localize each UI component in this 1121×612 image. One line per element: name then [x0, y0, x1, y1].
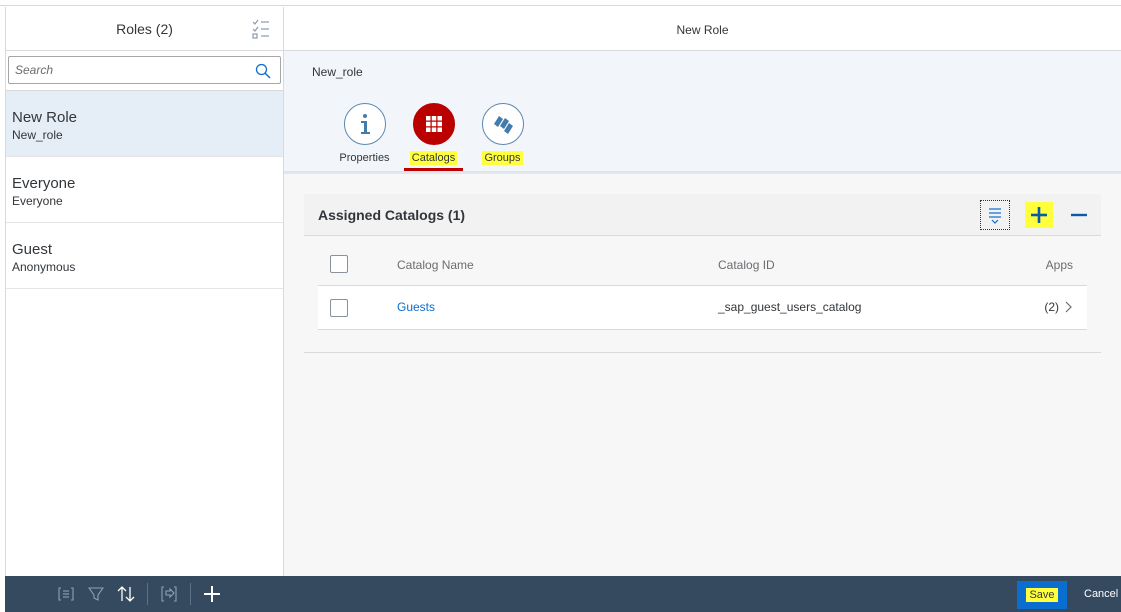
active-tab-indicator [404, 168, 463, 171]
section-toolbar: Assigned Catalogs (1) [304, 194, 1101, 236]
section-bottom-border [304, 352, 1101, 353]
table-settings-icon [989, 208, 1001, 224]
role-list-item[interactable]: New Role New_role [6, 91, 283, 157]
add-catalog-button[interactable] [1024, 200, 1054, 230]
object-name: New_role [312, 65, 363, 79]
select-all-checkbox[interactable] [330, 255, 348, 273]
export-button[interactable] [154, 579, 184, 609]
row-checkbox[interactable] [330, 299, 348, 317]
roles-master-pane: Roles (2) New Role New_role Everyone Eve… [5, 7, 284, 576]
tab-content-separator [284, 172, 1121, 174]
search-icon[interactable] [255, 63, 271, 79]
detail-footer-toolbar: Save Cancel [284, 576, 1121, 612]
table-settings-button[interactable] [980, 200, 1010, 230]
table-header: Catalog Name Catalog ID Apps [318, 244, 1087, 286]
tab-label: Properties [339, 152, 390, 164]
cancel-button[interactable]: Cancel [1084, 588, 1118, 600]
footer-separator [147, 583, 148, 605]
role-title: New Role [12, 109, 78, 126]
footer-separator [190, 583, 191, 605]
save-button-label: Save [1026, 588, 1058, 602]
object-header: New_role Properties Catalogs Groups [284, 51, 1121, 172]
save-button[interactable]: Save [1017, 581, 1067, 609]
filter-button[interactable] [81, 579, 111, 609]
export-icon [161, 586, 177, 602]
tab-label: Catalogs [409, 151, 458, 165]
table-row[interactable]: Guests _sap_guest_users_catalog (2) [318, 286, 1087, 330]
top-border [0, 0, 1121, 6]
add-role-button[interactable] [197, 579, 227, 609]
role-subtitle: Everyone [12, 194, 63, 208]
grid-icon [412, 103, 455, 145]
role-subtitle: Anonymous [12, 260, 76, 274]
list-icon [58, 587, 74, 601]
icon-tab-bar: Properties Catalogs Groups [330, 103, 537, 172]
sort-button[interactable] [111, 579, 141, 609]
list-view-button[interactable] [51, 579, 81, 609]
apps-count: (2) [1044, 300, 1059, 314]
groups-icon [481, 103, 524, 145]
catalogs-table: Catalog Name Catalog ID Apps Guests _sap… [318, 244, 1087, 330]
search-row [6, 51, 283, 91]
role-detail-pane: New Role New_role Properties Catalogs Gr… [284, 7, 1121, 576]
role-subtitle: New_role [12, 128, 63, 142]
column-header-catalog-name[interactable]: Catalog Name [397, 258, 474, 272]
catalog-name-link[interactable]: Guests [397, 300, 435, 314]
tab-properties[interactable]: Properties [330, 103, 399, 172]
info-icon [343, 103, 386, 145]
tab-catalogs[interactable]: Catalogs [399, 103, 468, 172]
sort-icon [117, 586, 135, 602]
add-icon [1025, 202, 1053, 228]
role-list-item[interactable]: Everyone Everyone [6, 157, 283, 223]
filter-icon [88, 587, 104, 601]
detail-header-title: New Role [284, 7, 1121, 51]
catalog-id: _sap_guest_users_catalog [718, 300, 862, 314]
minus-icon [1071, 213, 1087, 217]
add-icon [204, 586, 220, 602]
role-title: Guest [12, 241, 53, 258]
master-title: Roles (2) [116, 21, 173, 37]
column-header-catalog-id[interactable]: Catalog ID [718, 258, 775, 272]
remove-catalog-button[interactable] [1064, 200, 1094, 230]
section-title: Assigned Catalogs (1) [318, 207, 466, 223]
column-header-apps[interactable]: Apps [1046, 258, 1073, 272]
search-input[interactable] [8, 56, 281, 84]
master-footer-toolbar [5, 576, 284, 612]
apps-count-cell[interactable]: (2) [1044, 300, 1073, 314]
role-list-item[interactable]: Guest Anonymous [6, 223, 283, 289]
multi-select-icon[interactable] [251, 18, 271, 40]
master-header: Roles (2) [6, 7, 283, 51]
assigned-catalogs-section: Assigned Catalogs (1) Catalog Name Catal… [304, 194, 1101, 576]
tab-groups[interactable]: Groups [468, 103, 537, 172]
role-title: Everyone [12, 175, 76, 192]
chevron-right-icon [1065, 301, 1072, 313]
tab-label: Groups [482, 151, 523, 165]
